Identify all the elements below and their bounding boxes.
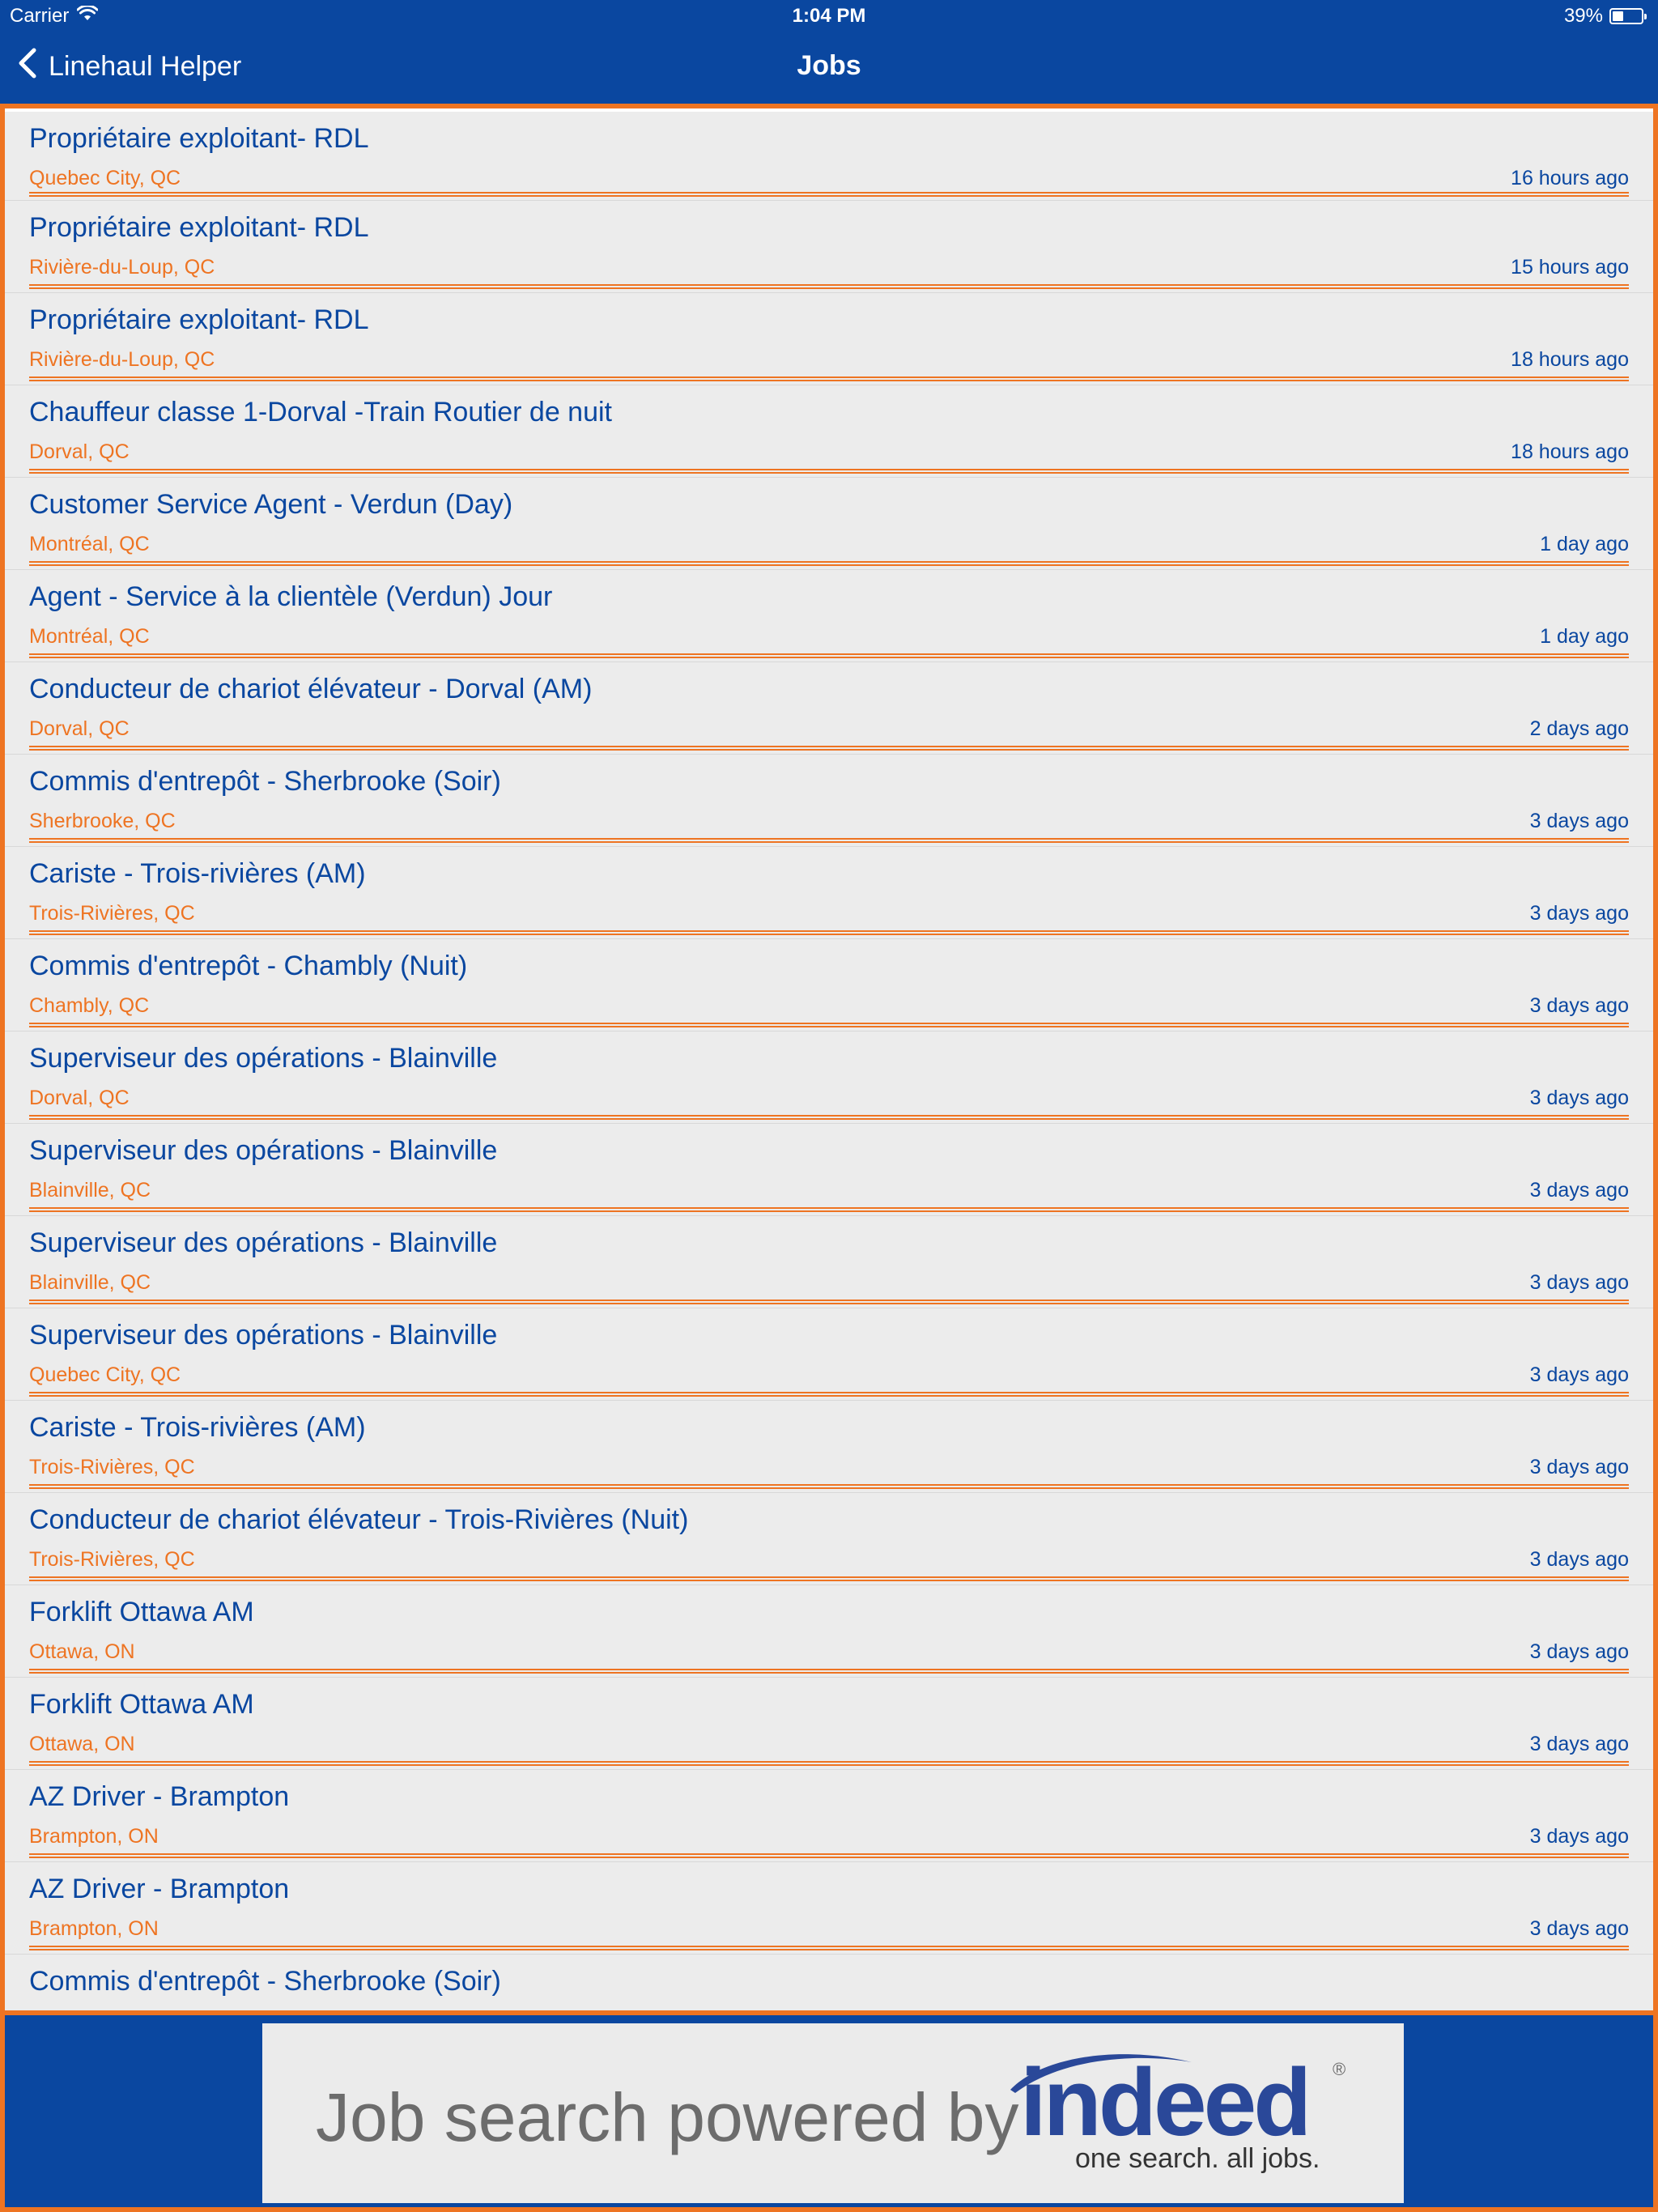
job-row[interactable]: Commis d'entrepôt - Sherbrooke (Soir) xyxy=(5,1955,1653,2010)
job-location: Rivière-du-Loup, QC xyxy=(29,348,215,371)
indeed-registered-mark: ® xyxy=(1333,2059,1346,2079)
job-title: Forklift Ottawa AM xyxy=(29,1597,254,1627)
job-row[interactable]: Cariste - Trois-rivières (AM) Trois-Riviè… xyxy=(5,847,1653,939)
job-posted-time: 3 days ago xyxy=(1529,1640,1629,1663)
job-row[interactable]: Propriétaire exploitant- RDL Rivière-du-L… xyxy=(5,201,1653,293)
job-title: Superviseur des opérations - Blainville xyxy=(29,1043,498,1074)
footer: Job search powered by indeed ® one searc… xyxy=(0,2015,1658,2212)
job-location: Montréal, QC xyxy=(29,625,150,648)
job-location: Dorval, QC xyxy=(29,440,130,463)
job-title: Superviseur des opérations - Blainville xyxy=(29,1135,498,1166)
job-posted-time: 2 days ago xyxy=(1529,717,1629,740)
job-location: Brampton, ON xyxy=(29,1825,159,1848)
job-row[interactable]: Superviseur des opérations - Blainville B… xyxy=(5,1124,1653,1216)
job-posted-time: 3 days ago xyxy=(1529,1271,1629,1294)
status-battery: 39% xyxy=(1563,5,1647,28)
job-title: Customer Service Agent - Verdun (Day) xyxy=(29,489,513,520)
job-posted-time: 3 days ago xyxy=(1529,810,1629,832)
indeed-attribution-banner[interactable]: Job search powered by indeed ® one searc… xyxy=(262,2023,1404,2203)
job-row[interactable]: Forklift Ottawa AM Ottawa, ON 3 days ago xyxy=(5,1678,1653,1770)
job-location: Ottawa, ON xyxy=(29,1640,135,1663)
job-location: Brampton, ON xyxy=(29,1917,159,1940)
job-location: Blainville, QC xyxy=(29,1271,151,1294)
job-title: Commis d'entrepôt - Chambly (Nuit) xyxy=(29,951,468,981)
indeed-logo-word: indeed xyxy=(1020,2049,1312,2156)
job-list: Propriétaire exploitant- RDL Quebec City,… xyxy=(5,108,1653,2010)
job-location: Sherbrooke, QC xyxy=(29,810,176,832)
navigation-bar: Linehaul Helper Jobs xyxy=(0,32,1658,104)
job-posted-time: 3 days ago xyxy=(1529,1087,1629,1109)
job-row[interactable]: Superviseur des opérations - Blainville Q… xyxy=(5,1308,1653,1401)
job-posted-time: 1 day ago xyxy=(1540,533,1629,555)
banner-text: Job search powered by xyxy=(316,2079,1019,2155)
job-row[interactable]: Forklift Ottawa AM Ottawa, ON 3 days ago xyxy=(5,1585,1653,1678)
job-posted-time: 3 days ago xyxy=(1529,1548,1629,1571)
job-row[interactable]: Cariste - Trois-rivières (AM) Trois-Riviè… xyxy=(5,1401,1653,1493)
job-posted-time: 1 day ago xyxy=(1540,625,1629,648)
job-row[interactable]: Conducteur de chariot élévateur - Dorval… xyxy=(5,662,1653,755)
job-posted-time: 3 days ago xyxy=(1529,902,1629,925)
page-title: Jobs xyxy=(797,50,861,81)
battery-percent: 39% xyxy=(1563,5,1603,27)
indeed-tagline: one search. all jobs. xyxy=(1075,2143,1320,2174)
job-title: Cariste - Trois-rivières (AM) xyxy=(29,1412,366,1443)
job-posted-time: 3 days ago xyxy=(1529,1733,1629,1755)
job-row[interactable]: Propriétaire exploitant- RDL Quebec City,… xyxy=(5,108,1653,201)
job-title: Propriétaire exploitant- RDL xyxy=(29,304,369,335)
job-title: Conducteur de chariot élévateur - Dorval… xyxy=(29,674,593,704)
job-title: Propriétaire exploitant- RDL xyxy=(29,123,369,154)
job-posted-time: 3 days ago xyxy=(1529,1825,1629,1848)
job-location: Trois-Rivières, QC xyxy=(29,1548,195,1571)
job-location: Rivière-du-Loup, QC xyxy=(29,256,215,279)
job-title: AZ Driver - Brampton xyxy=(29,1781,290,1812)
job-title: Cariste - Trois-rivières (AM) xyxy=(29,858,366,889)
job-row[interactable]: Superviseur des opérations - Blainville D… xyxy=(5,1032,1653,1124)
job-title: Conducteur de chariot élévateur - Trois-… xyxy=(29,1504,689,1535)
job-title: Propriétaire exploitant- RDL xyxy=(29,212,369,243)
job-posted-time: 3 days ago xyxy=(1529,1456,1629,1478)
job-row[interactable]: AZ Driver - Brampton Brampton, ON 3 days a… xyxy=(5,1862,1653,1955)
job-title: Commis d'entrepôt - Sherbrooke (Soir) xyxy=(29,1966,501,1997)
job-posted-time: 18 hours ago xyxy=(1511,348,1629,371)
job-location: Chambly, QC xyxy=(29,994,150,1017)
job-title: Chauffeur classe 1-Dorval -Train Routier… xyxy=(29,397,612,428)
job-title: Commis d'entrepôt - Sherbrooke (Soir) xyxy=(29,766,501,797)
job-posted-time: 3 days ago xyxy=(1529,994,1629,1017)
indeed-logo: indeed ® one search. all jobs. xyxy=(1004,2048,1376,2185)
job-title: Agent - Service à la clientèle (Verdun) … xyxy=(29,581,553,612)
job-posted-time: 15 hours ago xyxy=(1511,256,1629,279)
job-posted-time: 3 days ago xyxy=(1529,1363,1629,1386)
status-bar: Carrier 1:04 PM 39% xyxy=(0,0,1658,32)
job-location: Dorval, QC xyxy=(29,1087,130,1109)
job-posted-time: 18 hours ago xyxy=(1511,440,1629,463)
job-posted-time: 16 hours ago xyxy=(1511,167,1629,189)
job-title: AZ Driver - Brampton xyxy=(29,1874,290,1904)
status-time: 1:04 PM xyxy=(792,5,866,27)
job-row[interactable]: Agent - Service à la clientèle (Verdun) … xyxy=(5,570,1653,662)
job-title: Superviseur des opérations - Blainville xyxy=(29,1227,498,1258)
job-title: Forklift Ottawa AM xyxy=(29,1689,254,1720)
job-location: Quebec City, QC xyxy=(29,1363,181,1386)
job-row[interactable]: Propriétaire exploitant- RDL Rivière-du-L… xyxy=(5,293,1653,385)
job-row[interactable]: Conducteur de chariot élévateur - Trois-… xyxy=(5,1493,1653,1585)
job-row[interactable]: Superviseur des opérations - Blainville B… xyxy=(5,1216,1653,1308)
job-location: Quebec City, QC xyxy=(29,167,181,189)
job-posted-time: 3 days ago xyxy=(1529,1917,1629,1940)
battery-icon xyxy=(1609,8,1647,24)
job-row[interactable]: Chauffeur classe 1-Dorval -Train Routier… xyxy=(5,385,1653,478)
job-posted-time: 3 days ago xyxy=(1529,1179,1629,1202)
job-row[interactable]: Commis d'entrepôt - Chambly (Nuit) Chambl… xyxy=(5,939,1653,1032)
job-location: Trois-Rivières, QC xyxy=(29,902,195,925)
job-location: Ottawa, ON xyxy=(29,1733,135,1755)
job-location: Trois-Rivières, QC xyxy=(29,1456,195,1478)
job-location: Montréal, QC xyxy=(29,533,150,555)
battery-level-fill xyxy=(1613,11,1623,21)
job-location: Blainville, QC xyxy=(29,1179,151,1202)
job-location: Dorval, QC xyxy=(29,717,130,740)
job-title: Superviseur des opérations - Blainville xyxy=(29,1320,498,1351)
job-row[interactable]: AZ Driver - Brampton Brampton, ON 3 days a… xyxy=(5,1770,1653,1862)
job-row[interactable]: Customer Service Agent - Verdun (Day) Mon… xyxy=(5,478,1653,570)
job-list-container[interactable]: Propriétaire exploitant- RDL Quebec City,… xyxy=(0,104,1658,2015)
job-row[interactable]: Commis d'entrepôt - Sherbrooke (Soir) She… xyxy=(5,755,1653,847)
